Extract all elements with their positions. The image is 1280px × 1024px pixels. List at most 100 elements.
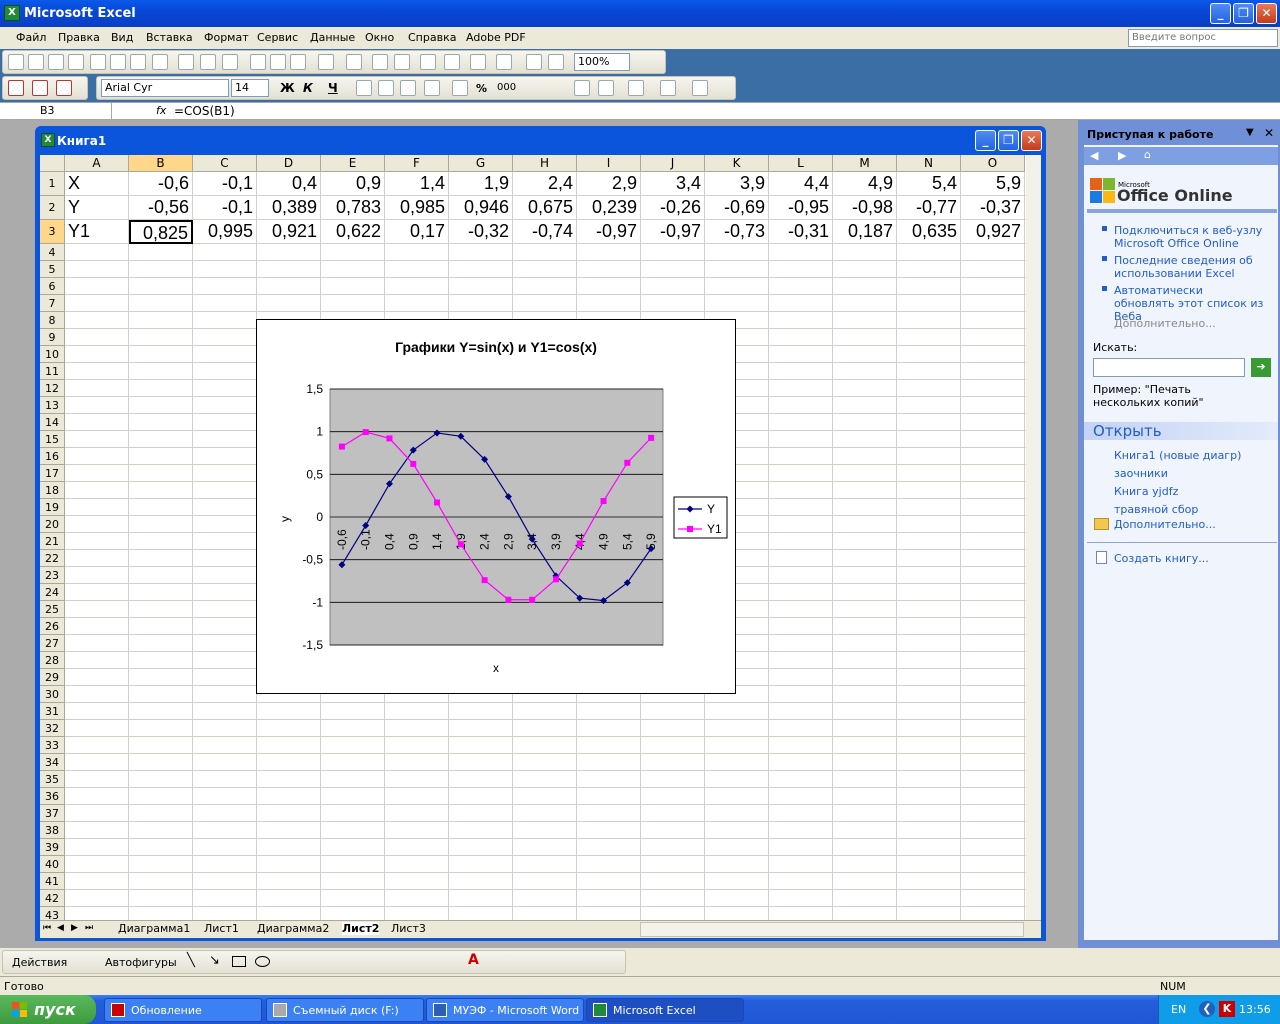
row-header[interactable]: 36 [40, 788, 65, 805]
task-pane-menu-icon[interactable]: ▼ [1246, 127, 1254, 138]
row-header[interactable]: 30 [40, 686, 65, 703]
row-header[interactable]: 28 [40, 652, 65, 669]
toolbar-icon[interactable] [250, 54, 266, 70]
toolbar-icon[interactable] [48, 54, 64, 70]
tab-scroll-icon[interactable]: ⏭ [85, 923, 93, 933]
pdf-icon[interactable] [32, 80, 48, 96]
wb-maximize-button[interactable]: ❐ [998, 130, 1019, 151]
row-header[interactable]: 33 [40, 737, 65, 754]
format-icon[interactable] [378, 80, 394, 96]
taskbar-button[interactable]: МУЭФ - Microsoft Word [426, 998, 584, 1022]
row-header[interactable]: 19 [40, 499, 65, 516]
format-icon[interactable] [356, 80, 372, 96]
cell[interactable]: X [65, 172, 129, 196]
cell[interactable]: 0,187 [833, 220, 897, 244]
column-header[interactable]: I [577, 155, 641, 172]
menu-item[interactable]: Данные [310, 31, 355, 44]
toolbar-icon[interactable] [394, 54, 410, 70]
open-more-link[interactable]: Дополнительно... [1114, 518, 1216, 531]
thousands-button[interactable]: 000 [497, 82, 516, 93]
toolbar-icon[interactable] [8, 54, 24, 70]
cell[interactable]: -0,32 [449, 220, 513, 244]
row-header[interactable]: 41 [40, 873, 65, 890]
maximize-button[interactable]: ❐ [1233, 3, 1254, 24]
cell[interactable]: -0,37 [961, 196, 1025, 220]
cell[interactable]: -0,74 [513, 220, 577, 244]
row-header[interactable]: 12 [40, 380, 65, 397]
row-header[interactable]: 26 [40, 618, 65, 635]
wb-minimize-button[interactable]: _ [975, 130, 996, 151]
formula-input[interactable]: =COS(B1) [174, 104, 235, 118]
sheet-tab[interactable]: Лист1 [204, 922, 239, 935]
sheet-tab[interactable]: Диаграмма1 [118, 922, 190, 935]
language-indicator[interactable]: EN [1171, 1003, 1186, 1016]
row-header[interactable]: 27 [40, 635, 65, 652]
row-header[interactable]: 7 [40, 295, 65, 312]
sheet-tab[interactable]: Диаграмма2 [257, 922, 329, 935]
cell[interactable]: -0,56 [129, 196, 193, 220]
menu-item[interactable]: Вставка [146, 31, 193, 44]
menu-item[interactable]: Формат [204, 31, 249, 44]
row-header[interactable]: 5 [40, 261, 65, 278]
menu-item[interactable]: Окно [365, 31, 394, 44]
minimize-button[interactable]: _ [1210, 3, 1231, 24]
row-header[interactable]: 31 [40, 703, 65, 720]
cell[interactable]: 0,927 [961, 220, 1025, 244]
row-header[interactable]: 34 [40, 754, 65, 771]
column-header[interactable]: A [65, 155, 129, 172]
toolbar-icon[interactable] [68, 54, 84, 70]
cell[interactable]: 0,675 [513, 196, 577, 220]
home-icon[interactable]: ⌂ [1144, 148, 1151, 161]
tray-arrow-icon[interactable]: ❮ [1199, 1001, 1215, 1017]
row-header[interactable]: 24 [40, 584, 65, 601]
row-header[interactable]: 2 [40, 196, 65, 220]
row-header[interactable]: 11 [40, 363, 65, 380]
menu-item[interactable]: Сервис [257, 31, 298, 44]
toolbar-icon[interactable] [548, 54, 564, 70]
pdf-icon[interactable] [56, 80, 72, 96]
row-header[interactable]: 17 [40, 465, 65, 482]
cell[interactable]: Y1 [65, 220, 129, 244]
rectangle-tool-icon[interactable] [232, 956, 246, 967]
format-icon[interactable] [424, 80, 440, 96]
cell[interactable]: 0,635 [897, 220, 961, 244]
bold-button[interactable]: Ж [280, 81, 295, 95]
recent-file-link[interactable]: Книга1 (новые диагр) [1114, 449, 1241, 462]
row-header[interactable]: 38 [40, 822, 65, 839]
sheet-tab[interactable]: Лист3 [391, 922, 426, 935]
recent-file-link[interactable]: Книга yjdfz [1114, 485, 1178, 498]
vertical-scrollbar[interactable] [1026, 155, 1041, 920]
row-header[interactable]: 14 [40, 414, 65, 431]
cell[interactable]: 0,239 [577, 196, 641, 220]
cell[interactable]: 4,4 [769, 172, 833, 196]
row-header[interactable]: 37 [40, 805, 65, 822]
cell[interactable]: -0,26 [641, 196, 705, 220]
cell[interactable]: 3,9 [705, 172, 769, 196]
menu-item[interactable]: Файл [16, 31, 46, 44]
taskbar-button[interactable]: Съемный диск (F:) [266, 998, 424, 1022]
row-header[interactable]: 32 [40, 720, 65, 737]
cell[interactable]: 1,9 [449, 172, 513, 196]
name-box[interactable]: B3 [0, 103, 112, 119]
toolbar-icon[interactable] [346, 54, 362, 70]
cell[interactable]: -0,6 [129, 172, 193, 196]
cell[interactable]: Y [65, 196, 129, 220]
taskbar-button[interactable]: Обновление [104, 998, 262, 1022]
toolbar-icon[interactable] [90, 54, 106, 70]
row-header[interactable]: 43 [40, 907, 65, 920]
toolbar-icon[interactable] [420, 54, 436, 70]
cell[interactable]: 3,4 [641, 172, 705, 196]
column-header[interactable]: M [833, 155, 897, 172]
cell[interactable]: -0,31 [769, 220, 833, 244]
row-header[interactable]: 4 [40, 244, 65, 261]
recent-file-link[interactable]: травяной сбор [1114, 503, 1198, 516]
format-icon[interactable] [628, 80, 644, 96]
cell[interactable]: -0,69 [705, 196, 769, 220]
task-link[interactable]: Подключиться к веб-узлу Microsoft Office… [1114, 224, 1264, 250]
column-header[interactable]: C [193, 155, 257, 172]
row-header[interactable]: 20 [40, 516, 65, 533]
menu-item[interactable]: Правка [58, 31, 100, 44]
format-icon[interactable] [400, 80, 416, 96]
row-header[interactable]: 40 [40, 856, 65, 873]
row-header[interactable]: 10 [40, 346, 65, 363]
